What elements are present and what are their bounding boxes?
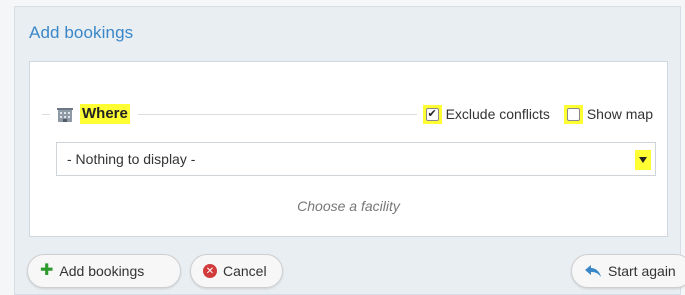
start-again-label: Start again [608, 263, 676, 279]
dropdown-arrow-highlight[interactable] [635, 150, 651, 170]
show-map-option[interactable]: Show map [563, 104, 653, 124]
add-bookings-dialog: Add bookings Where ✔ Exclude conflicts S… [14, 6, 685, 295]
show-map-checkbox-highlight [563, 104, 583, 124]
undo-icon [584, 264, 602, 278]
show-map-checkbox[interactable] [566, 107, 580, 121]
building-icon [56, 105, 74, 123]
cancel-label: Cancel [223, 263, 267, 279]
cancel-icon: ✕ [203, 264, 217, 278]
exclude-conflicts-option[interactable]: ✔ Exclude conflicts [422, 104, 550, 124]
add-bookings-button[interactable]: ✚ Add bookings [27, 254, 181, 288]
exclude-conflicts-checkbox-highlight: ✔ [422, 104, 442, 124]
facility-select-value: - Nothing to display - [67, 151, 196, 167]
where-legend: Where [50, 102, 138, 126]
show-map-label: Show map [586, 106, 653, 122]
dialog-title: Add bookings [29, 23, 134, 42]
choose-facility-hint: Choose a facility [297, 198, 400, 214]
where-panel: Where ✔ Exclude conflicts Show map - Not… [29, 61, 668, 237]
facility-select[interactable]: - Nothing to display - [56, 142, 656, 176]
plus-icon: ✚ [40, 262, 54, 279]
where-label: Where [80, 104, 130, 124]
exclude-conflicts-label: Exclude conflicts [445, 106, 550, 122]
add-bookings-label: Add bookings [59, 263, 145, 279]
chevron-down-icon [639, 157, 647, 163]
where-options: ✔ Exclude conflicts Show map [416, 102, 659, 126]
start-again-button[interactable]: Start again [571, 254, 685, 288]
cancel-button[interactable]: ✕ Cancel [190, 254, 283, 288]
exclude-conflicts-checkbox[interactable]: ✔ [425, 107, 439, 121]
